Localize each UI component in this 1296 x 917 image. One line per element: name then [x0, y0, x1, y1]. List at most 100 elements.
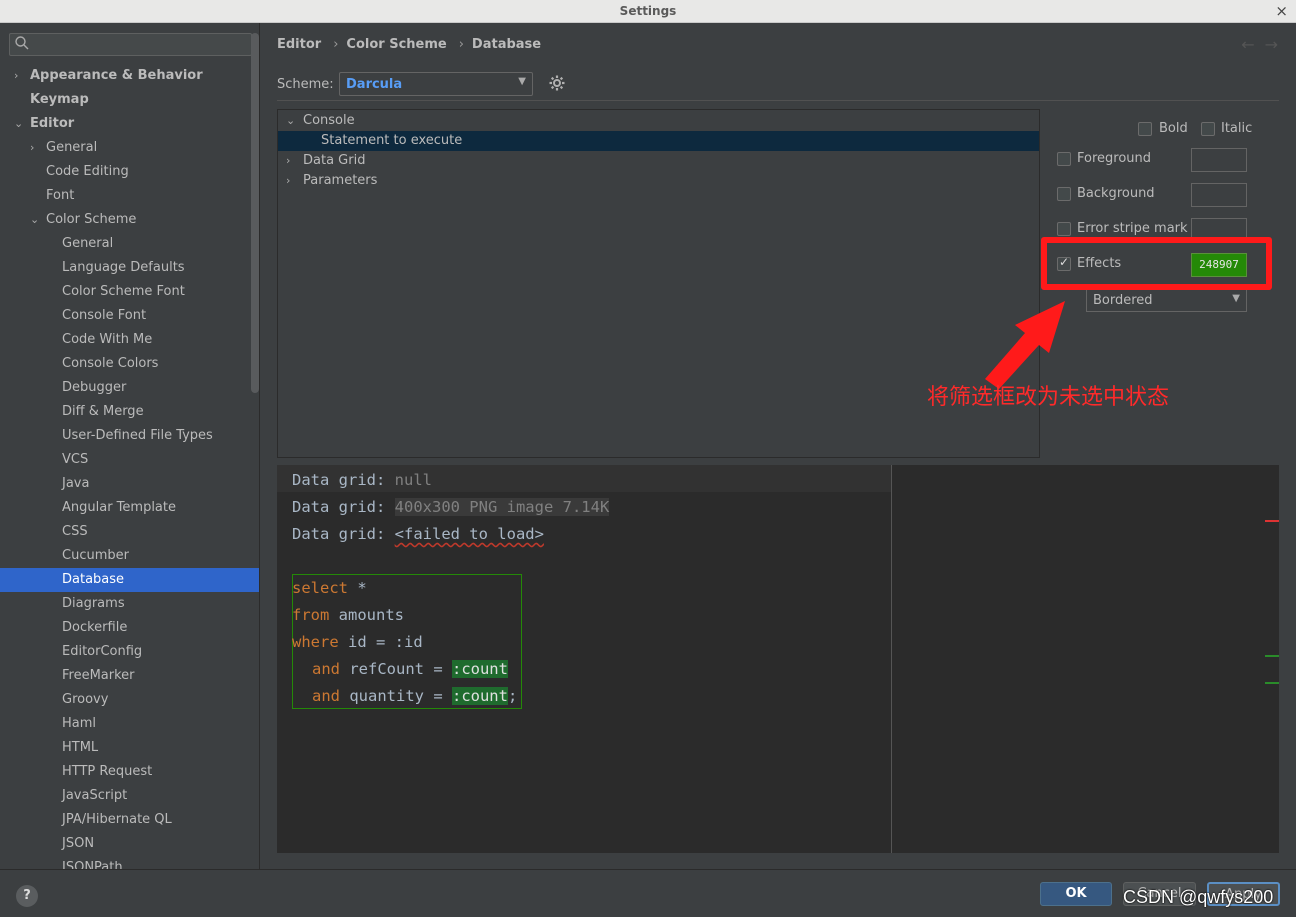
sidebar-item[interactable]: Keymap [0, 88, 259, 112]
sidebar-item[interactable]: ⌄ Color Scheme [0, 208, 259, 232]
attribute-tree-label: Parameters [303, 173, 378, 188]
sidebar-item[interactable]: CSS [0, 520, 259, 544]
chevron-right-icon[interactable]: › [14, 64, 18, 88]
breadcrumb-item-database: Database [471, 37, 542, 52]
sidebar-item-label: HTML [62, 740, 99, 755]
effect-type-dropdown[interactable]: Bordered ▼ [1086, 289, 1247, 312]
sidebar-item[interactable]: JavaScript [0, 784, 259, 808]
window-title: Settings [619, 4, 677, 18]
preview-editor[interactable]: Data grid: null Data grid: 400x300 PNG i… [277, 465, 1279, 853]
chevron-right-icon[interactable]: › [286, 151, 290, 171]
sidebar-item[interactable]: JPA/Hibernate QL [0, 808, 259, 832]
sidebar-item[interactable]: Debugger [0, 376, 259, 400]
error-stripe-checkbox[interactable] [1057, 222, 1071, 236]
keyword: and [312, 687, 340, 705]
sidebar-item[interactable]: Color Scheme Font [0, 280, 259, 304]
scheme-dropdown[interactable]: Darcula ▼ [339, 72, 533, 96]
dialog-footer: ? OK Cancel Apply CSDN @qwfys200 [0, 869, 1296, 917]
background-checkbox[interactable] [1057, 187, 1071, 201]
sql-parameter: :count [451, 660, 508, 678]
sidebar-item[interactable]: Diagrams [0, 592, 259, 616]
attribute-tree-item[interactable]: Statement to execute [278, 131, 1039, 151]
sidebar-item[interactable]: Diff & Merge [0, 400, 259, 424]
attribute-tree-item[interactable]: › Parameters [278, 171, 1039, 191]
sidebar-item[interactable]: HTML [0, 736, 259, 760]
attribute-tree-label: Data Grid [303, 153, 366, 168]
sql-line-and-1: and refCount = :count [312, 656, 508, 683]
sidebar-item-label: Console Font [62, 308, 147, 323]
breadcrumb-item-editor[interactable]: Editor [277, 37, 321, 52]
foreground-color-swatch[interactable] [1191, 148, 1247, 172]
background-color-swatch[interactable] [1191, 183, 1247, 207]
sidebar-item-label: Java [62, 476, 90, 491]
keyword: where [292, 633, 339, 651]
sidebar-item-label: Color Scheme [46, 212, 137, 227]
breadcrumb: Editor › Color Scheme › Database [277, 37, 545, 52]
sidebar-item-label: HTTP Request [62, 764, 153, 779]
sidebar-item-label: Code Editing [46, 164, 129, 179]
error-stripe-marker[interactable] [1265, 682, 1279, 684]
attribute-tree-item[interactable]: ⌄ Console [278, 111, 1039, 131]
search-input[interactable] [9, 33, 252, 56]
error-stripe-color-swatch[interactable] [1191, 218, 1247, 238]
sidebar-item[interactable]: Language Defaults [0, 256, 259, 280]
scheme-label: Scheme: [277, 77, 334, 92]
sidebar-item-label: Language Defaults [62, 260, 185, 275]
chevron-right-icon[interactable]: › [30, 136, 34, 160]
sql-text: ; [507, 687, 518, 705]
sidebar-item[interactable]: Code With Me [0, 328, 259, 352]
sidebar-item[interactable]: General [0, 232, 259, 256]
error-stripe-marker[interactable] [1265, 655, 1279, 657]
sidebar-item[interactable]: Groovy [0, 688, 259, 712]
sidebar-item[interactable]: Database [0, 568, 259, 592]
back-arrow-icon[interactable]: ← [1241, 35, 1264, 54]
breadcrumb-item-color-scheme[interactable]: Color Scheme [346, 37, 446, 52]
sidebar-scrollbar[interactable] [251, 33, 259, 393]
sidebar-item[interactable]: › General [0, 136, 259, 160]
close-icon[interactable]: × [1275, 2, 1288, 20]
forward-arrow-icon[interactable]: → [1265, 35, 1288, 54]
sidebar-item[interactable]: VCS [0, 448, 259, 472]
sidebar-item-label: Diagrams [62, 596, 125, 611]
help-button[interactable]: ? [16, 885, 38, 907]
sidebar-item[interactable]: User-Defined File Types [0, 424, 259, 448]
sidebar-item[interactable]: JSON [0, 832, 259, 856]
error-stripe-marker[interactable] [1265, 520, 1279, 522]
sidebar-item[interactable]: Console Font [0, 304, 259, 328]
sql-line-select: select * [292, 575, 367, 602]
sidebar-item[interactable]: Haml [0, 712, 259, 736]
sidebar-item[interactable]: Cucumber [0, 544, 259, 568]
keyword: and [312, 660, 340, 678]
chevron-down-icon[interactable]: ⌄ [14, 112, 23, 136]
chevron-down-icon[interactable]: ⌄ [286, 111, 295, 131]
sidebar-item[interactable]: HTTP Request [0, 760, 259, 784]
foreground-label: Foreground [1077, 151, 1152, 166]
sidebar-item-label: Database [62, 572, 125, 587]
sidebar-item[interactable]: Console Colors [0, 352, 259, 376]
sidebar-item[interactable]: Dockerfile [0, 616, 259, 640]
scheme-value: Darcula [346, 77, 403, 92]
sidebar-item[interactable]: Code Editing [0, 160, 259, 184]
sidebar-item[interactable]: › Appearance & Behavior [0, 64, 259, 88]
foreground-checkbox[interactable] [1057, 152, 1071, 166]
chevron-right-icon[interactable]: › [286, 171, 290, 191]
sql-text: amounts [329, 606, 404, 624]
sidebar-item-label: Appearance & Behavior [30, 68, 203, 83]
bold-checkbox[interactable] [1138, 122, 1152, 136]
preview-failed-value: <failed to load> [394, 525, 544, 543]
sidebar-item[interactable]: ⌄ Editor [0, 112, 259, 136]
sidebar-item[interactable]: Java [0, 472, 259, 496]
sidebar-item[interactable]: EditorConfig [0, 640, 259, 664]
breadcrumb-separator: › [458, 37, 464, 52]
gear-icon[interactable] [548, 74, 566, 97]
sidebar-item[interactable]: FreeMarker [0, 664, 259, 688]
history-navigation: ←→ [1241, 35, 1288, 54]
ok-button[interactable]: OK [1040, 882, 1112, 906]
sidebar-item[interactable]: JSONPath [0, 856, 259, 869]
chevron-down-icon[interactable]: ⌄ [30, 208, 39, 232]
attribute-tree-item[interactable]: › Data Grid [278, 151, 1039, 171]
italic-checkbox[interactable] [1201, 122, 1215, 136]
sidebar-item[interactable]: Font [0, 184, 259, 208]
sidebar-item[interactable]: Angular Template [0, 496, 259, 520]
sidebar-item-label: Color Scheme Font [62, 284, 185, 299]
